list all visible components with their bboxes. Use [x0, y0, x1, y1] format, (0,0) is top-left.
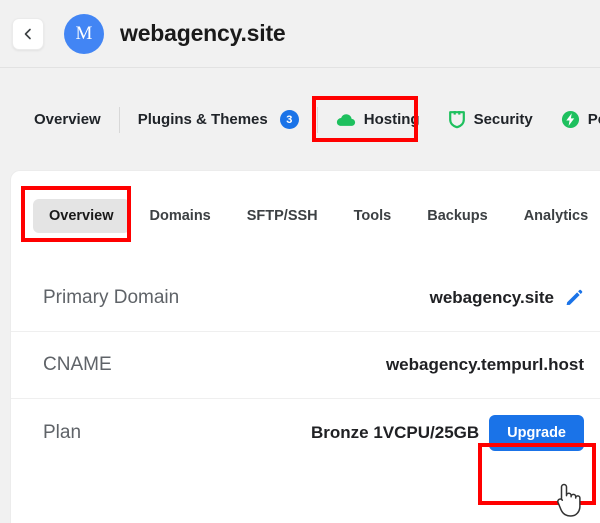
tab-security-label: Security: [473, 111, 533, 128]
page-title: webagency.site: [120, 20, 286, 46]
sub-tab-bar: Overview Domains SFTP/SSH Tools Backups …: [11, 171, 600, 261]
upgrade-button[interactable]: Upgrade: [489, 414, 584, 451]
tab-plugins-themes-label: Plugins & Themes: [137, 111, 268, 128]
primary-domain-label: Primary Domain: [43, 287, 180, 308]
avatar-initial: M: [75, 22, 93, 44]
avatar[interactable]: M: [64, 13, 104, 54]
subtab-sftp-ssh-label: SFTP/SSH: [246, 208, 318, 224]
tab-divider: [316, 106, 318, 133]
tab-plugins-themes[interactable]: Plugins & Themes 3: [124, 100, 313, 139]
plugins-themes-badge: 3: [279, 110, 299, 129]
tab-hosting[interactable]: Hosting: [322, 101, 434, 138]
subtab-tools-label: Tools: [353, 208, 392, 224]
tab-security[interactable]: Security: [434, 100, 547, 139]
primary-domain-value-group: webagency.site: [430, 288, 584, 308]
subtab-analytics-label: Analytics: [523, 208, 589, 224]
tab-performance-label: Per: [587, 111, 600, 128]
subtab-domains-label: Domains: [149, 208, 211, 224]
tab-hosting-label: Hosting: [363, 111, 420, 128]
table-row: CNAME webagency.tempurl.host: [11, 332, 600, 399]
site-header: M webagency.site: [0, 0, 600, 68]
hosting-detail-list: Primary Domain webagency.site CNAME weba…: [11, 265, 600, 466]
subtab-backups[interactable]: Backups: [411, 199, 503, 233]
subtab-sftp-ssh[interactable]: SFTP/SSH: [231, 199, 334, 233]
cname-value: webagency.tempurl.host: [385, 355, 584, 374]
subtab-analytics[interactable]: Analytics: [508, 199, 600, 233]
subtab-domains[interactable]: Domains: [134, 199, 227, 233]
primary-domain-value: webagency.site: [429, 288, 554, 307]
table-row: Primary Domain webagency.site: [11, 265, 600, 332]
plan-value: Bronze 1VCPU/25GB: [311, 422, 480, 442]
tab-performance[interactable]: Per: [547, 100, 600, 139]
cloud-icon: [336, 112, 356, 128]
hosting-panel: Overview Domains SFTP/SSH Tools Backups …: [10, 170, 600, 523]
cname-value-group: webagency.tempurl.host: [386, 355, 584, 375]
cname-label: CNAME: [43, 354, 112, 375]
subtab-overview-label: Overview: [49, 208, 114, 224]
primary-tab-bar: Overview Plugins & Themes 3 Hosting Secu…: [0, 69, 600, 170]
plan-value-group: Bronze 1VCPU/25GB Upgrade: [311, 414, 584, 451]
chevron-left-icon: [21, 27, 35, 41]
back-button[interactable]: [12, 17, 44, 50]
shield-icon: [448, 110, 466, 129]
tab-overview-label: Overview: [34, 111, 101, 128]
table-row: Plan Bronze 1VCPU/25GB Upgrade: [11, 399, 600, 466]
tab-overview[interactable]: Overview: [20, 101, 115, 138]
pencil-icon[interactable]: [564, 288, 584, 308]
subtab-tools[interactable]: Tools: [338, 199, 408, 233]
tab-divider: [118, 106, 120, 133]
app-root: M webagency.site Overview Plugins & Them…: [0, 0, 600, 523]
plan-label: Plan: [43, 421, 82, 443]
bolt-icon: [561, 110, 580, 129]
subtab-backups-label: Backups: [427, 208, 488, 224]
subtab-overview[interactable]: Overview: [33, 199, 130, 233]
